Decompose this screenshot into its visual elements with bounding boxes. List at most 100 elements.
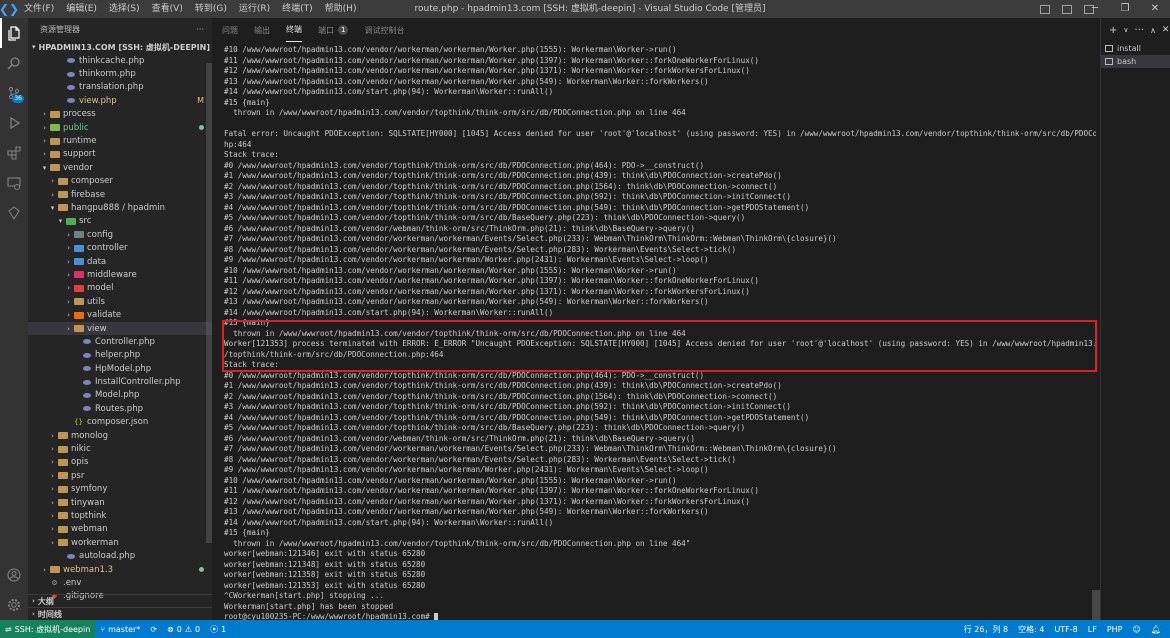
tree-file[interactable]: view.php M <box>28 94 212 107</box>
tree-folder[interactable]: › model <box>28 282 212 295</box>
tree-file[interactable]: helper.php <box>28 349 212 362</box>
tree-folder[interactable]: › workerman <box>28 536 212 549</box>
terminal-line: #9 /www/wwwroot/hpadmin13.com/vendor/wor… <box>224 255 1096 266</box>
tree-folder[interactable]: ▾ hangpu888 / hpadmin <box>28 201 212 214</box>
terminal-line-text: #13 /www/wwwroot/hpadmin13.com/vendor/wo… <box>224 76 709 86</box>
tree-item-label: webman <box>71 524 108 535</box>
tree-file[interactable]: autoload.php <box>28 549 212 562</box>
terminal-line-text: thrown in /www/wwwroot/hpadmin13.com/ven… <box>224 328 686 338</box>
more-actions-button[interactable]: ··· <box>196 25 204 34</box>
menu-item[interactable]: 帮助(H) <box>319 0 363 18</box>
menu-item[interactable]: 运行(R) <box>233 0 276 18</box>
tree-folder[interactable]: › runtime <box>28 134 212 147</box>
tree-folder[interactable]: › data <box>28 255 212 268</box>
tree-folder[interactable]: › psr <box>28 469 212 482</box>
tree-folder[interactable]: › process <box>28 108 212 121</box>
run-debug-icon[interactable] <box>0 108 28 138</box>
search-icon[interactable] <box>0 48 28 78</box>
tree-file[interactable]: {} composer.json <box>28 416 212 429</box>
tree-file[interactable]: Controller.php <box>28 335 212 348</box>
indentation[interactable]: 空格: 4 <box>1013 624 1049 635</box>
tree-file[interactable]: Routes.php <box>28 402 212 415</box>
terminal-scrollbar[interactable] <box>1092 590 1100 620</box>
tree-folder[interactable]: › controller <box>28 241 212 254</box>
tree-folder[interactable]: › middleware <box>28 268 212 281</box>
remote-indicator[interactable]: ⇌ SSH: 虚拟机-deepin <box>0 620 96 638</box>
tree-folder[interactable]: › symfony <box>28 483 212 496</box>
extensions-icon[interactable] <box>0 138 28 168</box>
tree-folder[interactable]: › public <box>28 121 212 134</box>
language-mode[interactable]: PHP <box>1102 624 1128 635</box>
branch-indicator[interactable]: ⑂ master* <box>95 625 145 634</box>
close-panel-icon[interactable]: ✕ <box>1162 25 1170 35</box>
toggle-sidebar-icon[interactable] <box>1040 4 1050 14</box>
terminal-instance[interactable]: install <box>1101 42 1170 55</box>
tree-folder[interactable]: › webman1.3 <box>28 563 212 576</box>
notifications-icon[interactable]: 🔔︎ <box>1146 624 1166 635</box>
panel-tab[interactable]: 调试控制台 <box>364 18 404 42</box>
tree-folder[interactable]: › topthink <box>28 509 212 522</box>
tree-folder[interactable]: › firebase <box>28 188 212 201</box>
more-icon[interactable]: ··· <box>1135 25 1145 36</box>
ports-indicator[interactable]: ⦿ 1 <box>205 624 231 635</box>
menu-item[interactable]: 选择(S) <box>103 0 146 18</box>
problems-indicator[interactable]: ⊗ 0 ⚠ 0 <box>162 625 205 634</box>
menu-item[interactable]: 转到(G) <box>189 0 233 18</box>
panel-tab[interactable]: 输出 <box>254 18 270 42</box>
feedback-icon[interactable]: ☺ <box>1128 624 1146 635</box>
chevron-down-icon[interactable]: ∨ <box>1123 26 1128 34</box>
tree-folder[interactable]: ▾ src <box>28 215 212 228</box>
cursor-position[interactable]: 行 26，列 8 <box>959 624 1013 635</box>
toggle-panel-icon[interactable] <box>1062 4 1072 14</box>
menu-item[interactable]: 编辑(E) <box>60 0 103 18</box>
tree-folder[interactable]: › monolog <box>28 429 212 442</box>
tree-folder[interactable]: › support <box>28 148 212 161</box>
explorer-icon[interactable] <box>0 18 28 48</box>
menu-item[interactable]: 查看(V) <box>146 0 189 18</box>
panel-tab[interactable]: 端口 1 <box>318 18 349 42</box>
terminal-line-text: #12 /www/wwwroot/hpadmin13.com/vendor/wo… <box>224 286 750 296</box>
restore-icon[interactable]: ❐ <box>1110 0 1140 18</box>
settings-gear-icon[interactable] <box>0 590 28 620</box>
source-control-icon[interactable]: 36 <box>0 78 28 108</box>
end-of-line[interactable]: LF <box>1083 624 1102 635</box>
tree-file[interactable]: Model.php <box>28 389 212 402</box>
menu-item[interactable]: 文件(F) <box>18 0 60 18</box>
new-terminal-icon[interactable]: + <box>1109 25 1117 36</box>
tree-folder[interactable]: › validate <box>28 308 212 321</box>
maximize-panel-icon[interactable]: ∧ <box>1150 26 1156 35</box>
tree-folder[interactable]: ▾ vendor <box>28 161 212 174</box>
tree-folder[interactable]: › webman <box>28 523 212 536</box>
encoding[interactable]: UTF-8 <box>1049 624 1082 635</box>
terminal-actions: + ∨ ··· ∧ ✕ <box>1101 18 1170 42</box>
sync-button[interactable]: ⟳ <box>145 625 162 634</box>
tree-folder[interactable]: › utils <box>28 295 212 308</box>
tree-file[interactable]: ⚙ .env <box>28 576 212 589</box>
tree-folder[interactable]: › nikic <box>28 442 212 455</box>
minimize-icon[interactable]: ─ <box>1080 0 1110 18</box>
tree-file[interactable]: HpModel.php <box>28 362 212 375</box>
panel-tab[interactable]: 问题 <box>222 18 238 42</box>
workspace-root[interactable]: ▾ HPADMIN13.COM [SSH: 虚拟机-DEEPIN] <box>28 40 212 54</box>
tree-file[interactable]: InstallController.php <box>28 375 212 388</box>
tree-folder[interactable]: › config <box>28 228 212 241</box>
terminal-output[interactable]: #10 /www/wwwroot/hpadmin13.com/vendor/wo… <box>224 45 1096 623</box>
terminal-instance[interactable]: bash <box>1101 55 1170 68</box>
panel-tab[interactable]: 终端 <box>286 18 302 42</box>
deploy-icon[interactable] <box>0 198 28 228</box>
remote-explorer-icon[interactable] <box>0 168 28 198</box>
close-icon[interactable]: ✕ <box>1140 0 1170 18</box>
account-icon[interactable] <box>0 560 28 590</box>
tree-file[interactable]: thinkorm.php <box>28 67 212 80</box>
tree-folder[interactable]: › opis <box>28 456 212 469</box>
menu-item[interactable]: 终端(T) <box>276 0 319 18</box>
folder-shape <box>73 284 84 292</box>
tree-folder[interactable]: › tinywan <box>28 496 212 509</box>
tree-file[interactable]: translation.php <box>28 81 212 94</box>
tree-folder[interactable]: › composer <box>28 175 212 188</box>
timeline-section[interactable]: › 时间线 <box>28 607 212 620</box>
tree-folder[interactable]: › view <box>28 321 212 336</box>
folder-icon <box>57 190 68 199</box>
outline-section[interactable]: › 大纲 <box>28 594 212 607</box>
tree-file[interactable]: thinkcache.php <box>28 54 212 67</box>
